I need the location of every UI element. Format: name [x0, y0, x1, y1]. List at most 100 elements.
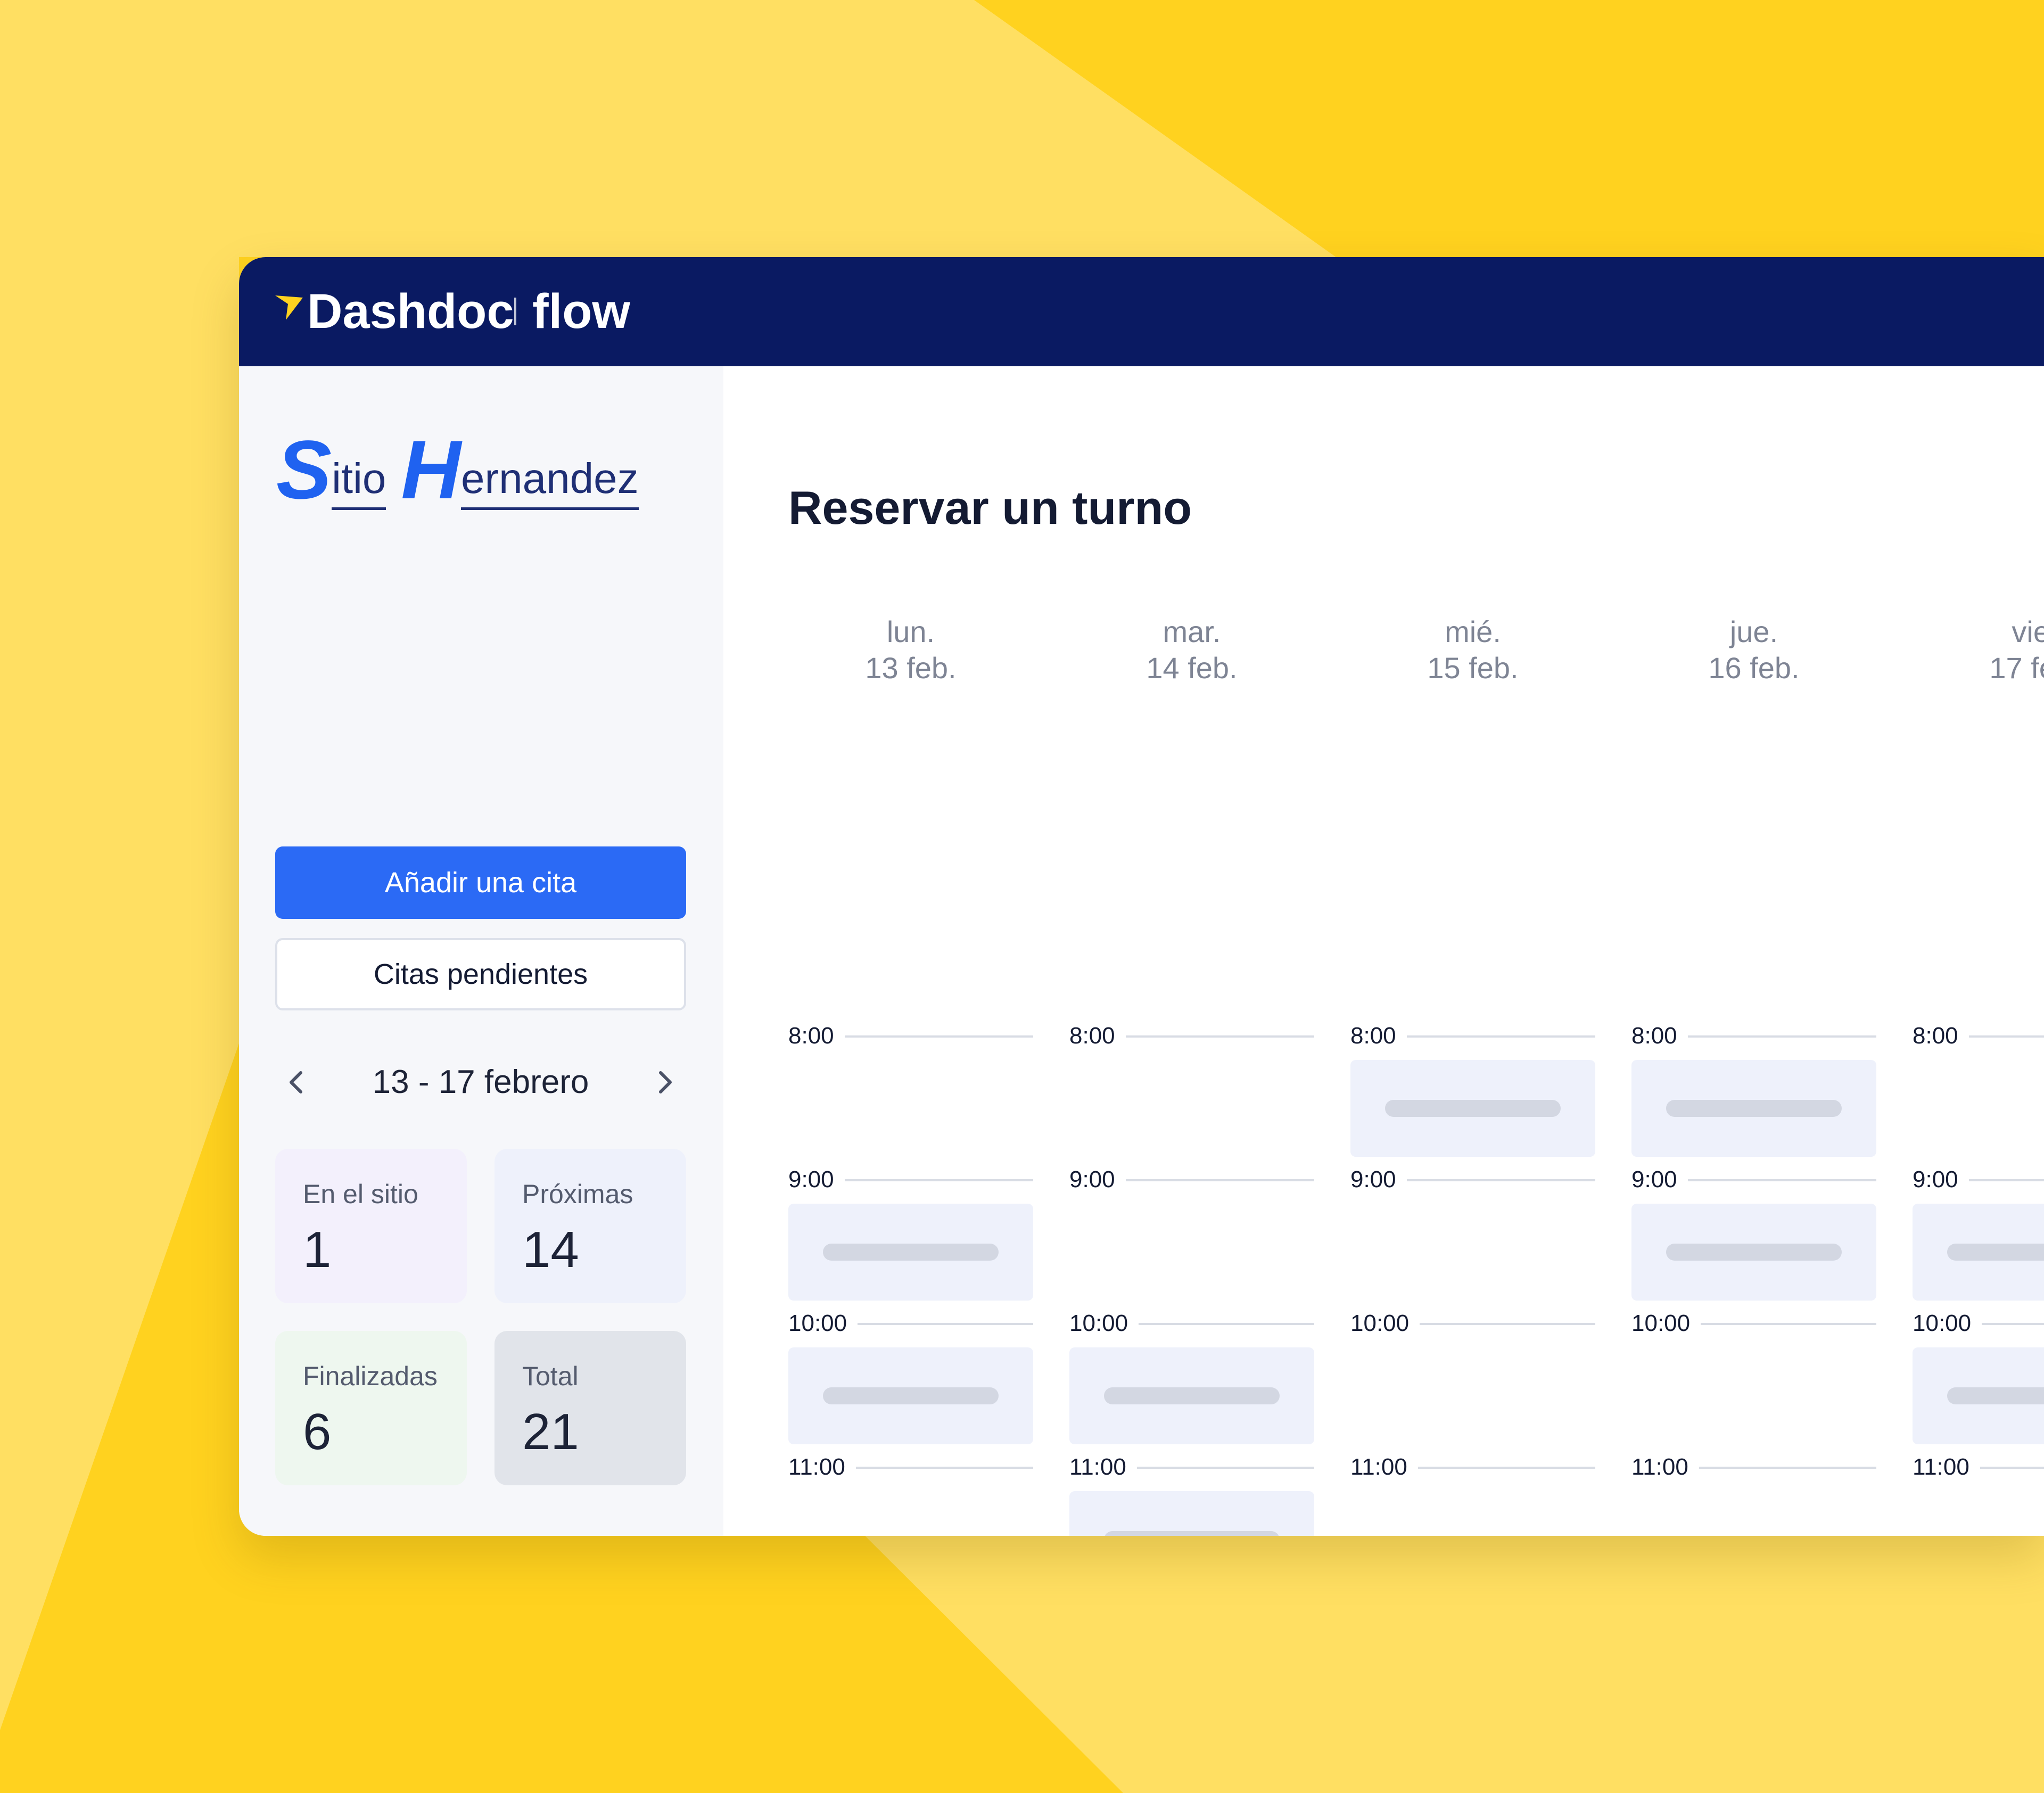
- main-panel: Reservar un turno lun. 13 feb. 8:00 9:00 10:…: [723, 366, 2044, 1536]
- site-logo-word-1: itio: [332, 452, 386, 510]
- time-label: 8:00: [1913, 1015, 1969, 1057]
- time-label: 10:00: [1913, 1302, 1982, 1345]
- appointment-block[interactable]: [1069, 1491, 1314, 1536]
- time-slot-row[interactable]: 9:00: [1350, 1158, 1595, 1201]
- day-column: lun.13 feb.8:009:0010:0011:0012:0013:00: [788, 366, 1033, 1536]
- day-header: mar. 14 feb.: [1069, 614, 1314, 686]
- time-slot-row[interactable]: 11:00: [1069, 1446, 1314, 1488]
- time-slot-row[interactable]: 10:00: [1913, 1302, 2044, 1345]
- day-date: 17 feb.: [1989, 651, 2044, 685]
- appointment-placeholder-bar: [823, 1387, 999, 1404]
- time-label: 8:00: [788, 1015, 845, 1057]
- logo-separator: [514, 298, 516, 325]
- day-column: mar.14 feb.8:009:0010:0011:0012:0013:00: [1069, 366, 1314, 1536]
- time-label: 11:00: [1631, 1446, 1699, 1488]
- appointment-block[interactable]: [1913, 1347, 2044, 1444]
- time-label: 11:00: [788, 1446, 856, 1488]
- appointment-block[interactable]: [1069, 1347, 1314, 1444]
- week-range-label: 13 - 17 febrero: [372, 1064, 589, 1100]
- time-slot-row[interactable]: 11:00: [1631, 1446, 1876, 1488]
- stat-value: 6: [303, 1403, 332, 1460]
- product-name: flow: [532, 284, 630, 339]
- time-slot-row[interactable]: 10:00: [1631, 1302, 1876, 1345]
- appointment-block[interactable]: [1913, 1204, 2044, 1301]
- time-slot-row[interactable]: 8:00: [1069, 1015, 1314, 1057]
- add-appointment-button[interactable]: Añadir una cita: [275, 846, 686, 919]
- appointment-placeholder-bar: [1104, 1387, 1280, 1404]
- stat-label: En el sitio: [303, 1179, 418, 1209]
- day-date: 13 feb.: [865, 651, 957, 685]
- stat-label: Finalizadas: [303, 1361, 438, 1391]
- day-date: 14 feb.: [1146, 651, 1238, 685]
- day-weekday: lun.: [886, 615, 935, 648]
- time-slot-row[interactable]: 11:00: [788, 1446, 1033, 1488]
- site-logo: Sitio Hernandez: [276, 424, 660, 516]
- time-slot-row[interactable]: 8:00: [1350, 1015, 1595, 1057]
- time-slot-row[interactable]: 9:00: [1631, 1158, 1876, 1201]
- stat-total[interactable]: Total 21: [494, 1331, 686, 1485]
- pending-appointments-button[interactable]: Citas pendientes: [275, 938, 686, 1010]
- top-bar: Dashdoc flow: [239, 257, 2044, 366]
- stat-upcoming[interactable]: Próximas 14: [494, 1149, 686, 1303]
- time-slot-row[interactable]: 9:00: [788, 1158, 1033, 1201]
- time-slot-row[interactable]: 10:00: [1350, 1302, 1595, 1345]
- site-logo-initial-1: S: [276, 424, 332, 516]
- time-slot-row[interactable]: 9:00: [1069, 1158, 1314, 1201]
- appointment-block[interactable]: [1631, 1060, 1876, 1157]
- app-window: Dashdoc flow Sitio Hernandez Añadir una c…: [239, 257, 2044, 1536]
- time-slot-row[interactable]: 9:00: [1913, 1158, 2044, 1201]
- time-label: 9:00: [788, 1158, 845, 1201]
- appointment-placeholder-bar: [1947, 1387, 2044, 1404]
- time-label: 9:00: [1350, 1158, 1407, 1201]
- stat-value: 14: [522, 1221, 579, 1278]
- time-label: 9:00: [1913, 1158, 1969, 1201]
- stat-value: 21: [522, 1403, 579, 1460]
- day-weekday: mié.: [1445, 615, 1501, 648]
- time-label: 9:00: [1631, 1158, 1688, 1201]
- chevron-right-icon[interactable]: [649, 1066, 681, 1098]
- time-slot-row[interactable]: 8:00: [1631, 1015, 1876, 1057]
- day-date: 16 feb.: [1708, 651, 1800, 685]
- time-slot-row[interactable]: 11:00: [1350, 1446, 1595, 1488]
- day-header: mié. 15 feb.: [1350, 614, 1595, 686]
- time-label: 10:00: [1350, 1302, 1420, 1345]
- booking-calendar: lun.13 feb.8:009:0010:0011:0012:0013:00m…: [723, 366, 2044, 1536]
- time-label: 8:00: [1631, 1015, 1688, 1057]
- appointment-block[interactable]: [1631, 1204, 1876, 1301]
- time-label: 10:00: [1069, 1302, 1139, 1345]
- day-date: 15 feb.: [1427, 651, 1519, 685]
- time-label: 8:00: [1350, 1015, 1407, 1057]
- time-label: 10:00: [1631, 1302, 1701, 1345]
- brand-name: Dashdoc: [307, 284, 514, 339]
- appointment-block[interactable]: [788, 1204, 1033, 1301]
- stat-finished[interactable]: Finalizadas 6: [275, 1331, 467, 1485]
- appointment-placeholder-bar: [1947, 1244, 2044, 1261]
- time-slot-row[interactable]: 8:00: [788, 1015, 1033, 1057]
- appointment-block[interactable]: [788, 1347, 1033, 1444]
- time-label: 8:00: [1069, 1015, 1126, 1057]
- chevron-left-icon[interactable]: [281, 1066, 312, 1098]
- logo-arrow-icon: [275, 295, 303, 320]
- time-slot-row[interactable]: 10:00: [1069, 1302, 1314, 1345]
- time-label: 11:00: [1069, 1446, 1137, 1488]
- stat-label: Próximas: [522, 1179, 633, 1209]
- stat-value: 1: [303, 1221, 332, 1278]
- time-label: 9:00: [1069, 1158, 1126, 1201]
- time-label: 11:00: [1913, 1446, 1980, 1488]
- appointment-block[interactable]: [1350, 1060, 1595, 1157]
- day-column: jue.16 feb.8:009:0010:0011:0012:0013:00: [1631, 366, 1876, 1536]
- day-header: vie.17 feb.: [1913, 614, 2044, 686]
- time-slot-row[interactable]: 11:00: [1913, 1446, 2044, 1488]
- stat-label: Total: [522, 1361, 579, 1391]
- appointment-placeholder-bar: [1104, 1531, 1280, 1536]
- time-slot-row[interactable]: 10:00: [788, 1302, 1033, 1345]
- appointment-placeholder-bar: [823, 1244, 999, 1261]
- time-label: 10:00: [788, 1302, 858, 1345]
- day-header: lun. 13 feb.: [788, 614, 1033, 686]
- day-column: vie.17 feb.8:009:0010:0011:0012:0013:00: [1913, 366, 2044, 1536]
- site-logo-word-2: ernandez: [461, 452, 639, 510]
- time-slot-row[interactable]: 8:00: [1913, 1015, 2044, 1057]
- stat-on-site[interactable]: En el sitio 1: [275, 1149, 467, 1303]
- site-logo-initial-2: H: [401, 424, 461, 516]
- day-weekday: vie.: [2012, 615, 2044, 648]
